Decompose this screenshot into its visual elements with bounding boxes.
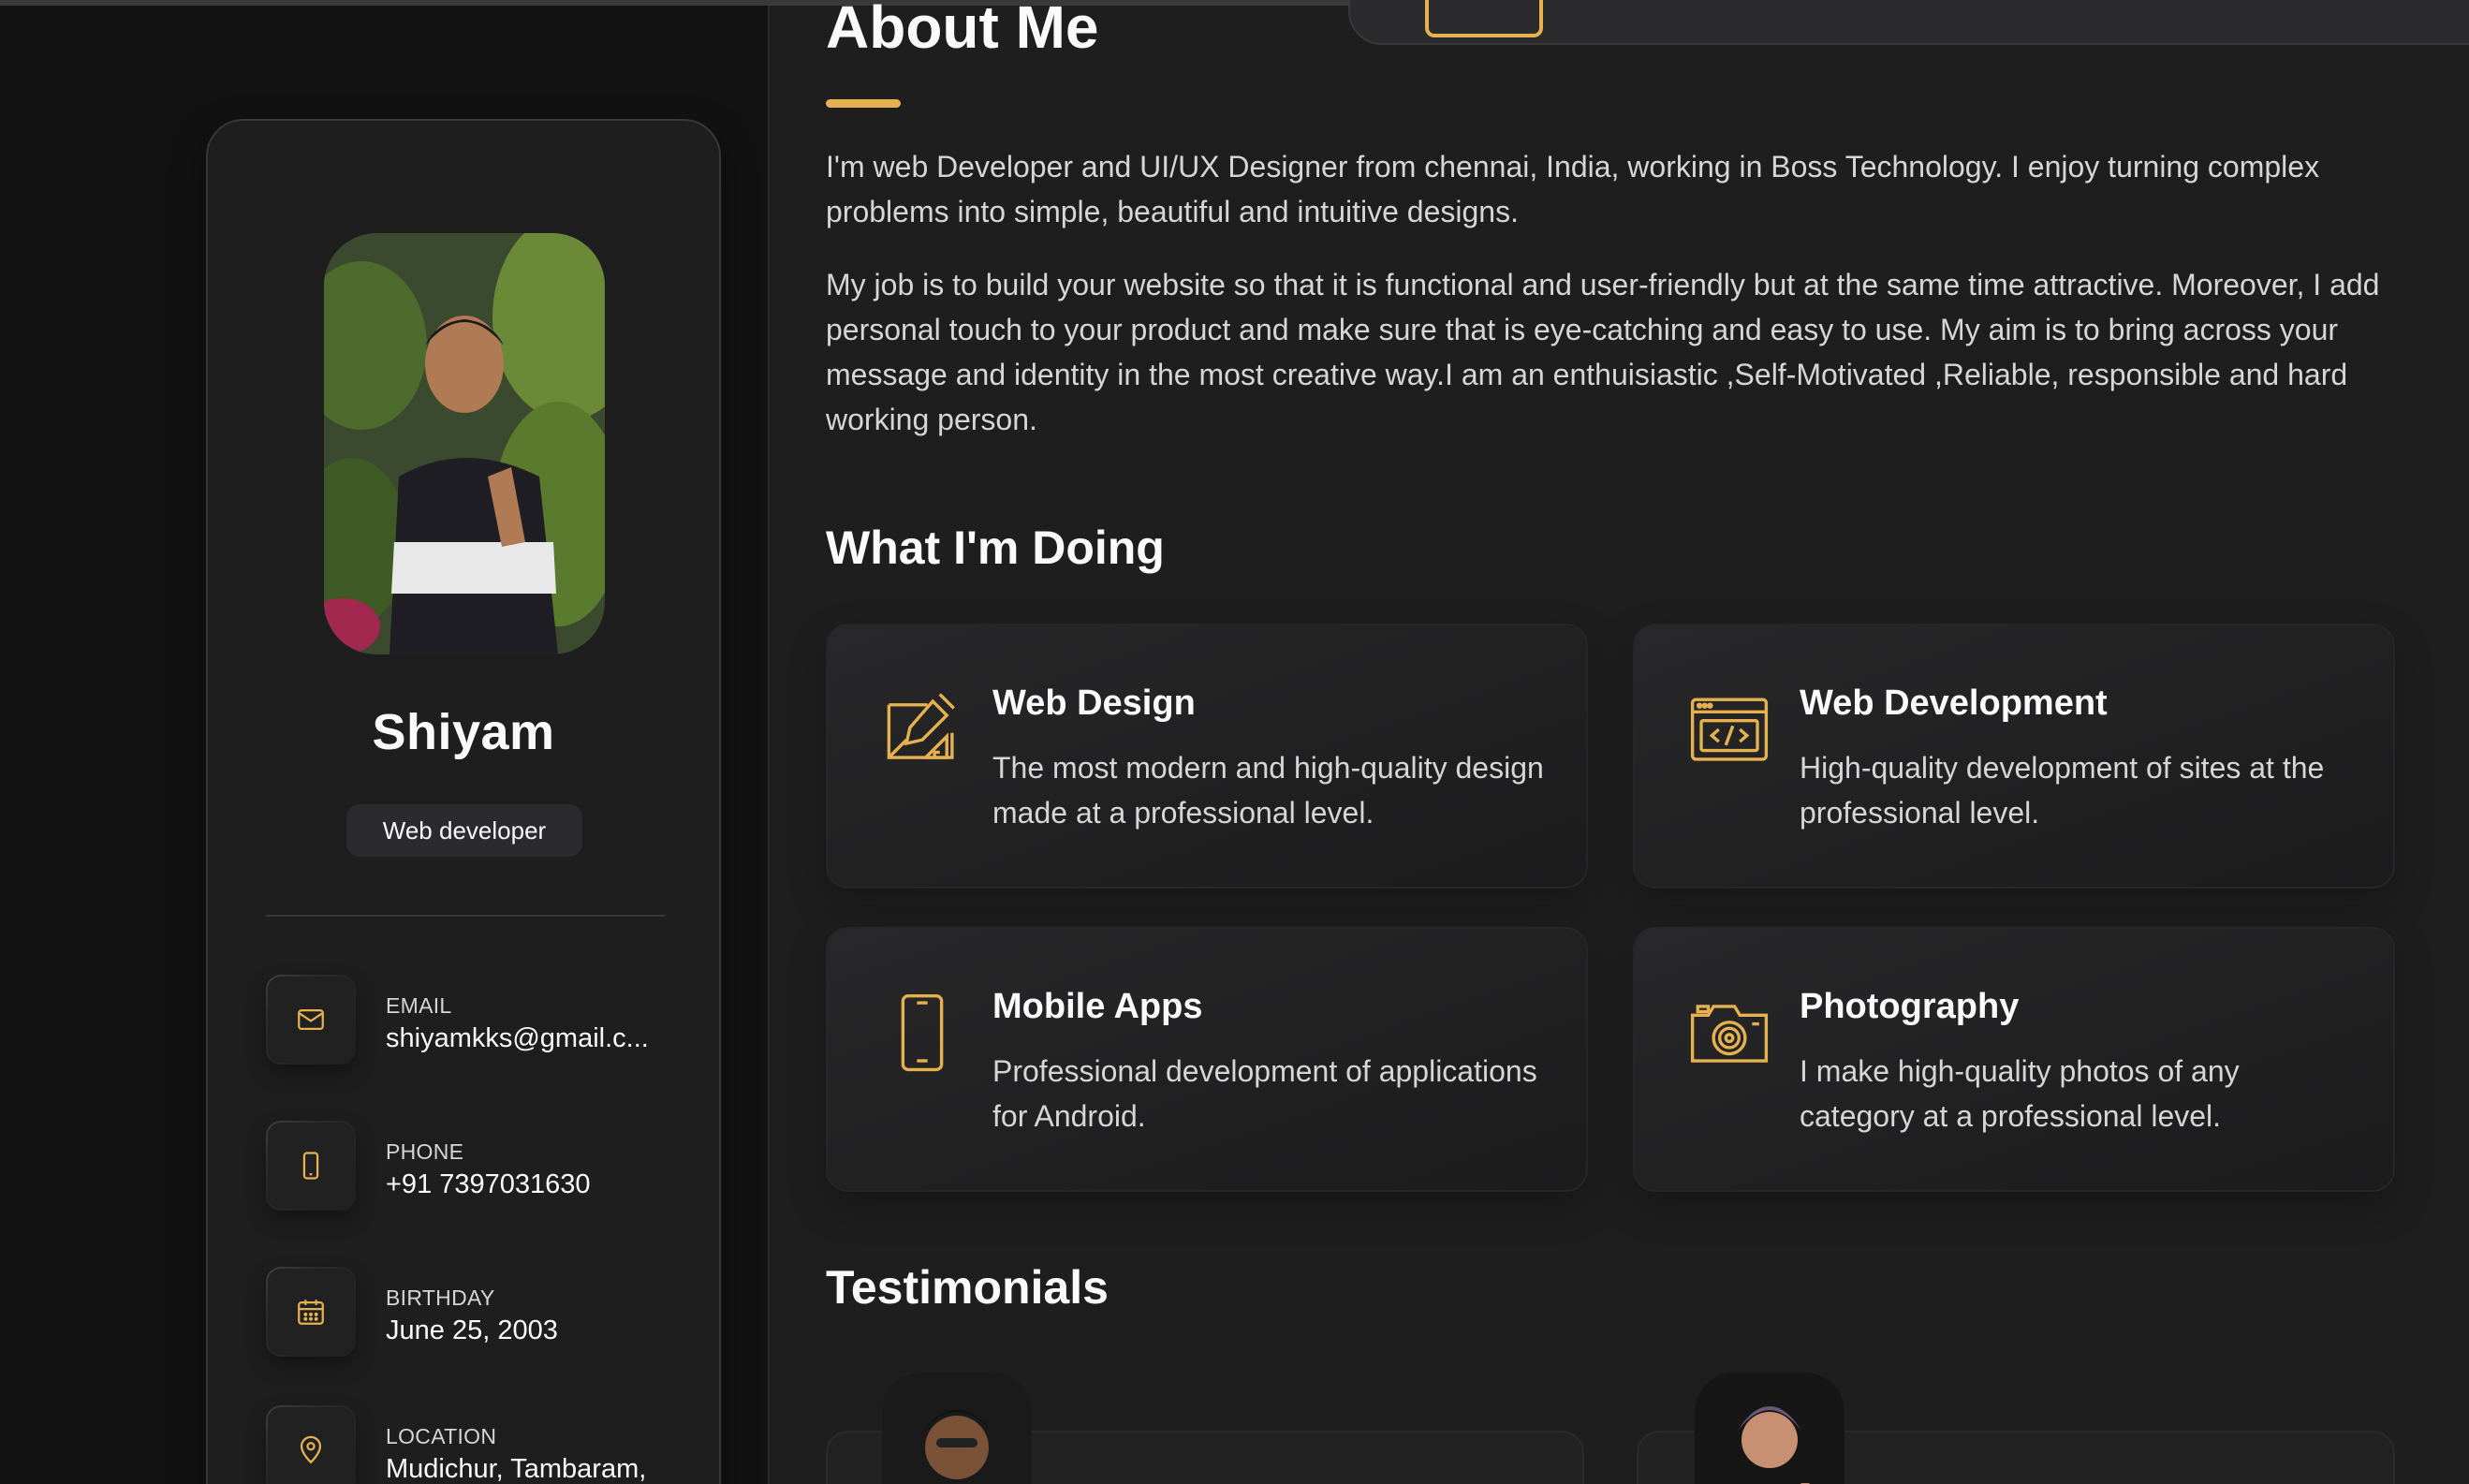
navbar-active-indicator[interactable] [1425, 0, 1543, 37]
calendar-icon [266, 1267, 356, 1357]
testimonials-title: Testimonials [826, 1261, 1109, 1314]
location-value: Mudichur, Tambaram, [386, 1454, 647, 1484]
profile-sidebar: Shiyam Web developer Email shiyamkks@gma… [206, 119, 721, 1484]
contact-item-birthday: Birthday June 25, 2003 [266, 1267, 678, 1360]
doing-title: What I'm Doing [826, 522, 1165, 574]
sidebar-divider [266, 915, 665, 917]
contact-item-location: Location Mudichur, Tambaram, [266, 1405, 678, 1484]
service-title: Photography [1800, 987, 2020, 1026]
profile-avatar [324, 233, 605, 654]
about-paragraph-2: My job is to build your website so that … [826, 268, 2380, 436]
location-pin-icon [266, 1405, 356, 1484]
service-title: Web Development [1800, 683, 2108, 723]
camera-icon [1690, 1005, 1769, 1063]
service-text: The most modern and high-quality design … [992, 751, 1544, 830]
top-navbar [1348, 0, 2469, 45]
testimonial-avatar [1695, 1373, 1844, 1484]
birthday-value: June 25, 2003 [386, 1315, 558, 1345]
service-title: Mobile Apps [992, 987, 1203, 1026]
mobile-icon [901, 993, 944, 1072]
about-paragraph-1: I'm web Developer and UI/UX Designer fro… [826, 150, 2320, 228]
main-content: About Me I'm web Developer and UI/UX Des… [768, 0, 2469, 1484]
profile-title-badge: Web developer [346, 804, 582, 857]
service-text: I make high-quality photos of any catego… [1800, 1054, 2240, 1133]
phone-link[interactable]: +91 7397031630 [386, 1169, 685, 1200]
contact-label: Phone [386, 1139, 464, 1164]
service-text: High-quality development of sites at the… [1800, 751, 2325, 830]
mail-icon [266, 975, 356, 1065]
code-icon [1690, 698, 1769, 761]
service-card-mobile-apps: Mobile Apps Professional development of … [826, 927, 1588, 1192]
contact-item-email: Email shiyamkks@gmail.c... [266, 975, 678, 1068]
phone-icon [266, 1121, 356, 1211]
contact-label: Email [386, 993, 452, 1018]
contact-item-phone: Phone +91 7397031630 [266, 1121, 678, 1214]
profile-name: Shiyam [372, 704, 555, 760]
title-underline [826, 99, 901, 108]
email-link[interactable]: shiyamkks@gmail.c... [386, 1023, 685, 1054]
about-title: About Me [826, 0, 1099, 61]
testimonial-avatar [882, 1373, 1032, 1484]
contact-label: Location [386, 1424, 497, 1448]
service-title: Web Design [992, 683, 1196, 723]
service-card-web-design: Web Design The most modern and high-qual… [826, 624, 1588, 889]
contact-label: Birthday [386, 1286, 495, 1310]
service-text: Professional development of applications… [992, 1054, 1537, 1133]
design-icon [887, 693, 955, 759]
service-card-photography: Photography I make high-quality photos o… [1633, 927, 2395, 1192]
service-card-web-development: Web Development High-quality development… [1633, 624, 2395, 889]
